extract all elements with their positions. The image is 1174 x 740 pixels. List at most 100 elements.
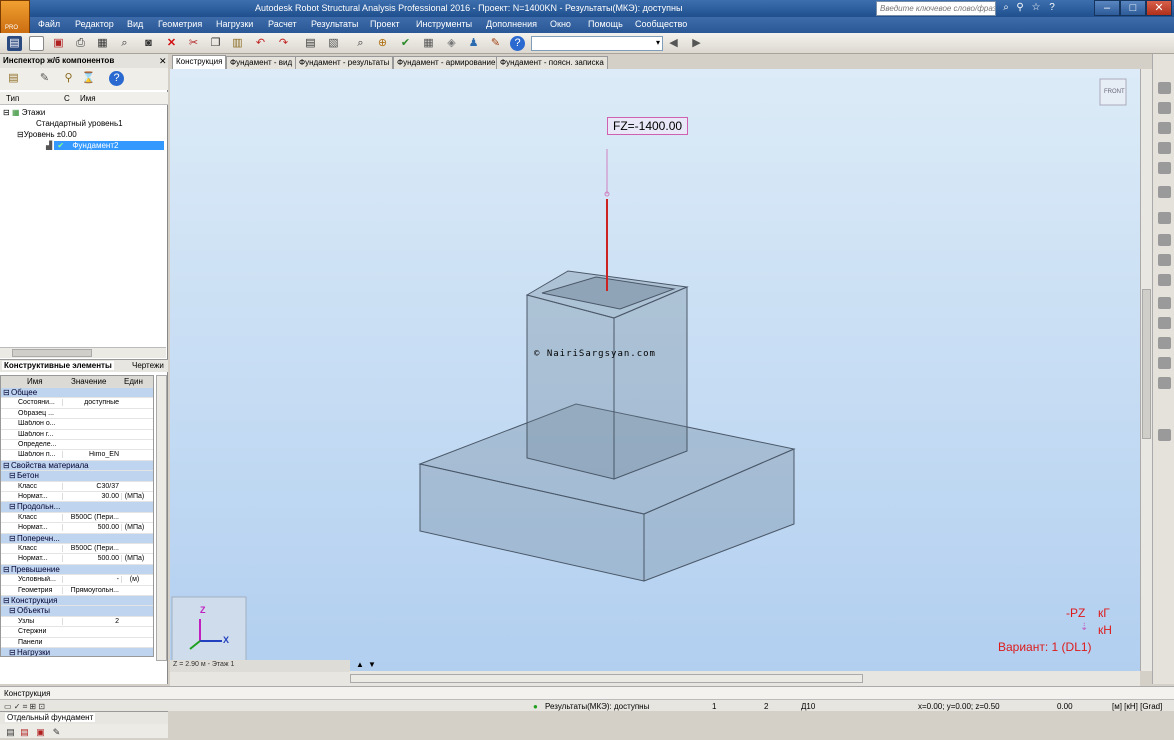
property-group[interactable]: ⊟ Общее [1, 388, 153, 399]
property-row[interactable]: Геометрия Прямоугольн... [1, 586, 153, 596]
collapse-icon[interactable]: ⊟ [17, 130, 24, 139]
tool-icon[interactable] [1158, 82, 1171, 94]
model-icon[interactable]: ◈ [444, 36, 459, 51]
print-preview-icon[interactable]: ▦ [95, 36, 110, 51]
property-row[interactable]: Нормат... 500.00 (МПа) [1, 523, 153, 534]
property-group[interactable]: ⊟ Нагрузки [1, 648, 153, 656]
app-logo[interactable]: PRO [0, 0, 30, 36]
tree-node-foundation[interactable]: ▟ ✔ Фундамент2 [46, 141, 165, 150]
help-circle-icon[interactable]: ? [109, 71, 124, 86]
tab-structure[interactable]: Конструкция [172, 55, 227, 69]
zoom-icon[interactable]: ⌕ [353, 36, 368, 51]
report-icon[interactable]: ▣ [33, 725, 48, 740]
menu-project[interactable]: Проект [370, 19, 400, 29]
property-row[interactable]: Стержни [1, 627, 153, 638]
3d-viewport[interactable]: FZ=-1400.00 © NairiSargsyan.com FRONT Z … [170, 69, 1140, 671]
property-group[interactable]: ⊟ Объекты [1, 606, 153, 617]
search-input[interactable]: Введите ключевое слово/фразу [876, 1, 996, 16]
tab-foundation-view[interactable]: Фундамент - вид [226, 56, 297, 69]
level-up-icon[interactable]: ▲ [356, 660, 364, 669]
menu-view[interactable]: Вид [127, 19, 143, 29]
menu-addons[interactable]: Дополнения [486, 19, 537, 29]
paste-icon[interactable]: ▥ [230, 36, 245, 51]
property-row[interactable]: Класс B500C (Пери... [1, 544, 153, 555]
draw-icon[interactable]: ✎ [49, 725, 64, 740]
screenshot-icon[interactable]: ◙ [141, 36, 156, 51]
hourglass-icon[interactable]: ⌛ [81, 71, 96, 86]
save-icon[interactable]: ▣ [51, 36, 66, 51]
tool-icon[interactable] [1158, 429, 1171, 441]
tab-foundation-reinforcement[interactable]: Фундамент - армирование [393, 56, 500, 69]
favorites-icon[interactable]: ☆ [1029, 1, 1043, 15]
level-down-icon[interactable]: ▼ [368, 660, 376, 669]
list-icon[interactable]: ▤ [3, 725, 18, 740]
cut-icon[interactable]: ✂ [186, 36, 201, 51]
print-icon[interactable]: ⎙ [73, 36, 88, 51]
tool-icon[interactable] [1158, 297, 1171, 309]
tool-icon[interactable] [1158, 162, 1171, 174]
menu-results[interactable]: Результаты [311, 19, 358, 29]
tab-foundation-note[interactable]: Фундамент - поясн. записка [496, 56, 608, 69]
property-row[interactable]: Шаблон о... [1, 419, 153, 430]
viewport-hscroll[interactable] [350, 674, 863, 683]
filter-icon[interactable]: ⚲ [61, 71, 76, 86]
menu-tools[interactable]: Инструменты [416, 19, 472, 29]
property-row[interactable]: Определе... [1, 440, 153, 451]
property-row[interactable]: Шаблон п... Himo_EN [1, 450, 153, 461]
users-icon[interactable]: ♟ [466, 36, 481, 51]
tab-isolated-foundation[interactable]: Отдельный фундамент [5, 713, 96, 722]
minimize-button[interactable]: – [1094, 0, 1120, 16]
menu-help[interactable]: Помощь [588, 19, 623, 29]
close-button[interactable]: ✕ [1146, 0, 1172, 16]
property-group[interactable]: ⊟ Конструкция [1, 596, 153, 607]
layout-icon[interactable]: ▤ [7, 36, 22, 51]
property-row[interactable]: Шаблон г... [1, 430, 153, 440]
property-row[interactable]: Условный... - (м) [1, 575, 153, 586]
edit-component-icon[interactable]: ✎ [37, 71, 52, 86]
tool-icon[interactable] [1158, 254, 1171, 266]
menu-loads[interactable]: Нагрузки [216, 19, 253, 29]
tree-hscroll[interactable] [0, 347, 166, 358]
delete-icon[interactable]: ✕ [164, 36, 179, 51]
property-row[interactable]: Класс C30/37 [1, 482, 153, 492]
property-group[interactable]: ⊟ Свойства материала [1, 460, 153, 472]
arrow-right-icon[interactable]: ▶ [689, 36, 704, 51]
help-icon[interactable]: ? [1045, 1, 1059, 15]
components-icon[interactable]: ▤ [6, 71, 21, 86]
edit-icon[interactable]: ▤ [17, 725, 32, 740]
property-group[interactable]: ⊟ Поперечн... [1, 533, 153, 544]
calc-icon[interactable]: ▦ [421, 36, 436, 51]
tree-node-std-level[interactable]: Стандартный уровень1 [36, 119, 123, 128]
tool-icon[interactable] [1158, 357, 1171, 369]
menu-file[interactable]: Файл [38, 19, 60, 29]
property-row[interactable]: Нормат... 30.00 (МПа) [1, 492, 153, 503]
tree-node-level-0[interactable]: ⊟Уровень ±0.00 [17, 130, 77, 139]
new-file-icon[interactable] [29, 36, 44, 51]
tab-structural-elements[interactable]: Конструктивные элементы [2, 361, 114, 370]
viewport-vscroll[interactable] [1140, 69, 1152, 671]
property-group[interactable]: ⊟ Продольн... [1, 502, 153, 513]
table-icon[interactable]: ▤ [303, 36, 318, 51]
zoom-window-icon[interactable]: ⊕ [375, 36, 390, 51]
tool-icon[interactable] [1158, 274, 1171, 286]
property-row[interactable]: Узлы 2 [1, 617, 153, 628]
viewcube-label[interactable]: FRONT [1104, 89, 1125, 95]
menu-analysis[interactable]: Расчет [268, 19, 297, 29]
menu-edit[interactable]: Редактор [75, 19, 114, 29]
redo-icon[interactable]: ↷ [276, 36, 291, 51]
tool-icon[interactable] [1158, 317, 1171, 329]
menu-geometry[interactable]: Геометрия [158, 19, 202, 29]
tool-icon[interactable] [1158, 234, 1171, 246]
tool-icon[interactable] [1158, 186, 1171, 198]
props-vscroll[interactable] [156, 375, 167, 661]
tool-icon[interactable] [1158, 377, 1171, 389]
search-icon[interactable]: ⌕ [999, 1, 1013, 15]
property-row[interactable]: Нормат... 500.00 (МПа) [1, 554, 153, 565]
tree-selected-item[interactable]: ✔ Фундамент2 [54, 141, 165, 150]
property-group[interactable]: ⊟ Превышение [1, 564, 153, 576]
menu-window[interactable]: Окно [550, 19, 571, 29]
tool-icon[interactable] [1158, 212, 1171, 224]
close-panel-icon[interactable]: ✕ [159, 56, 167, 67]
arrow-left-icon[interactable]: ◀ [666, 36, 681, 51]
menu-community[interactable]: Сообщество [635, 19, 687, 29]
